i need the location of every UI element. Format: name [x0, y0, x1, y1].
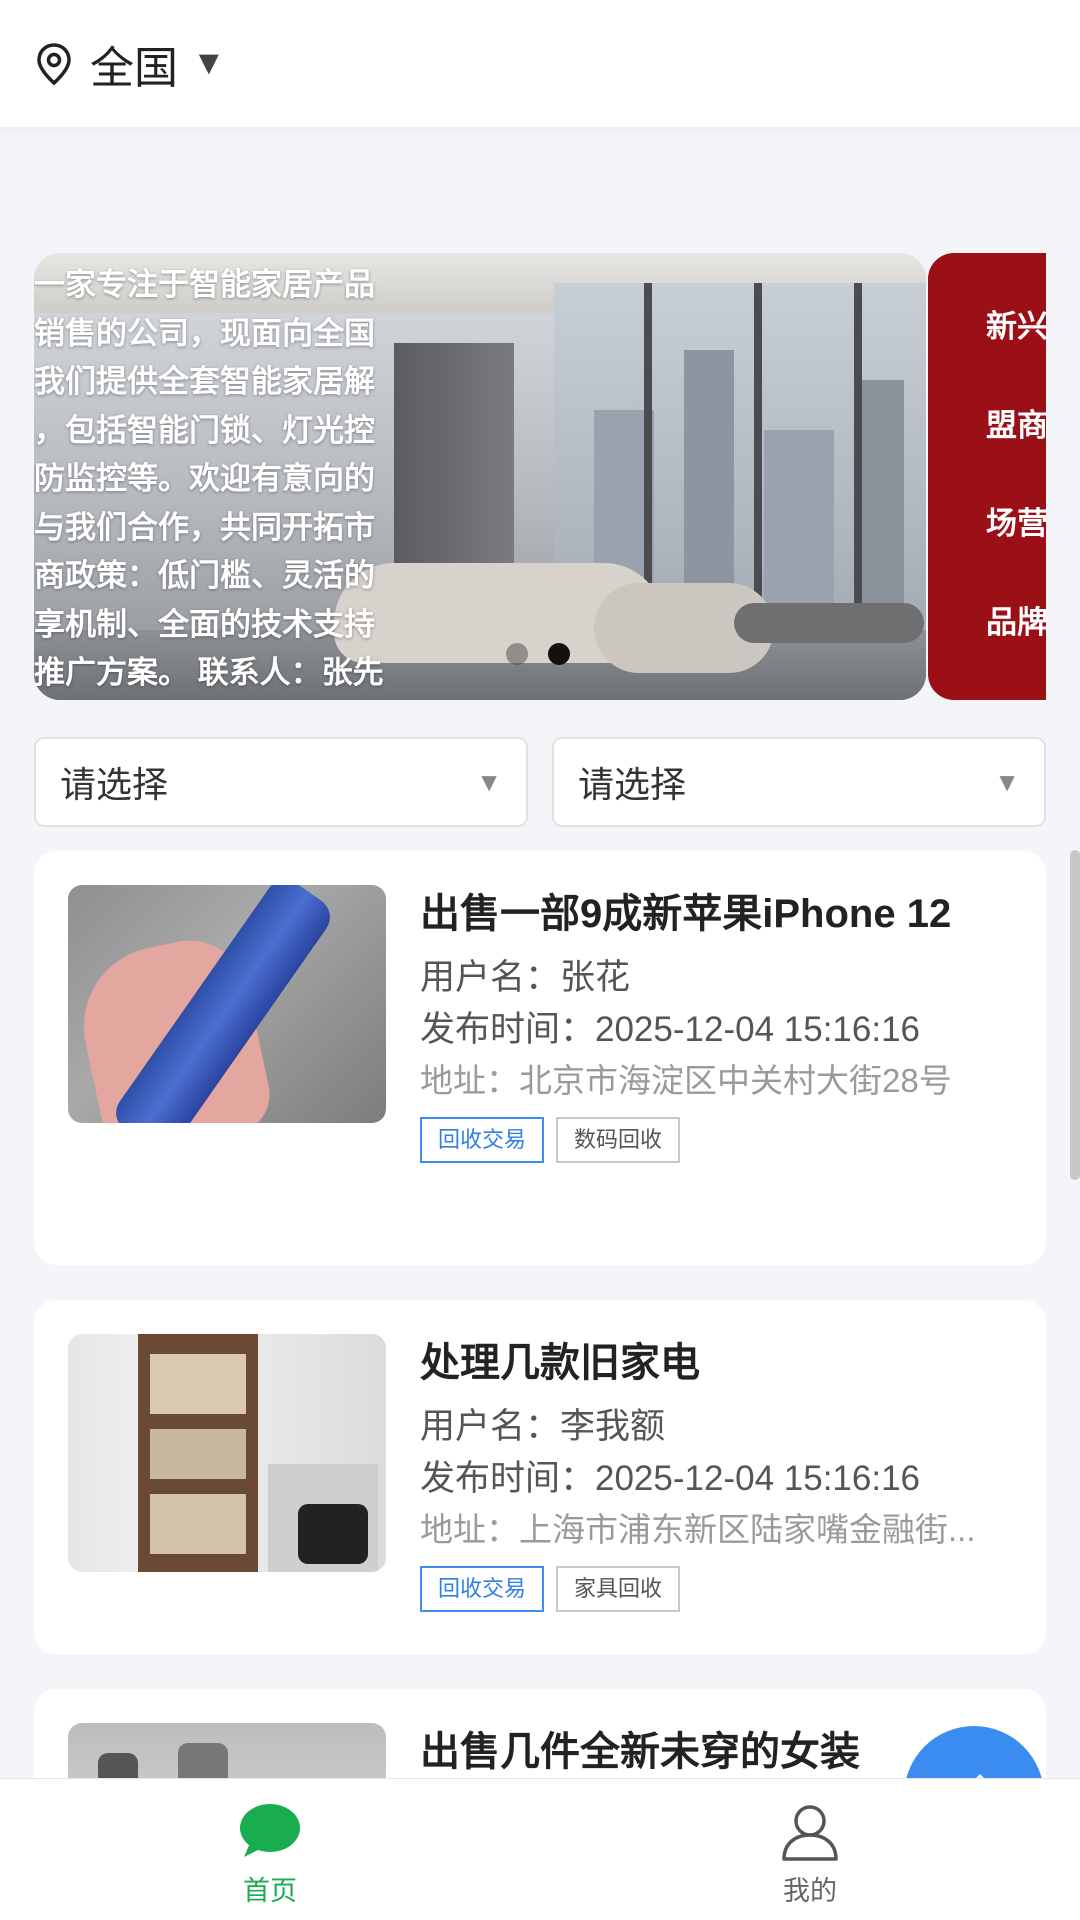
listing-info: 出售一部9成新苹果iPhone 12 用户名：张花 发布时间：2025-12-0…	[420, 883, 1010, 1163]
user-icon	[782, 1805, 838, 1861]
banner-text-line: 资者与我们合作，共同开拓市	[34, 509, 375, 545]
banner-next-text-line: 盟商	[986, 407, 1046, 443]
banner-next-slide[interactable]: 新兴 盟商 场营 品牌 招商 和经 者优 地址	[928, 253, 1046, 700]
listing-username: 用户名：张花	[420, 958, 631, 997]
listing-publish-time: 发布时间：2025-12-04 15:16:16	[420, 1010, 920, 1049]
app-root: 全国 ▼ 司是一家专注于智能家居产品 发与销售的公司，现面向全国	[0, 0, 1080, 1920]
tab-mine-label: 我的	[783, 1876, 837, 1906]
carousel-dot-active[interactable]	[548, 643, 570, 665]
banner-text-line: 市场推广方案。 联系人：张先	[34, 655, 384, 690]
banner-image-table	[734, 603, 924, 643]
banner-text-line: 司是一家专注于智能家居产品	[34, 267, 375, 302]
tab-home[interactable]: 首页	[0, 1779, 540, 1920]
listing-username: 用户名：李我额	[420, 1407, 666, 1446]
tab-mine[interactable]: 我的	[540, 1779, 1080, 1920]
carousel-dot[interactable]	[506, 643, 528, 665]
region-dropdown-icon: ▼	[192, 44, 226, 82]
listing-title[interactable]: 出售一部9成新苹果iPhone 12	[420, 883, 1010, 945]
banner-slide[interactable]: 司是一家专注于智能家居产品 发与销售的公司，现面向全国 商。我们提供全套智能家居…	[34, 253, 926, 700]
banner-text-line: 商。我们提供全套智能家居解	[34, 364, 375, 399]
top-bar: 全国 ▼	[0, 0, 1080, 127]
chat-bubble-icon	[240, 1804, 300, 1857]
banner-next-text-line: 新兴	[986, 309, 1046, 344]
listing-card[interactable]: 处理几款旧家电 用户名：李我额 发布时间：2025-12-04 15:16:16…	[34, 1300, 1046, 1654]
region-selector[interactable]: 全国 ▼	[34, 32, 226, 96]
select-placeholder: 请选择	[60, 764, 169, 805]
banner-text-line: 发与销售的公司，现面向全国	[34, 315, 375, 351]
scrollbar[interactable]	[1070, 850, 1080, 1180]
bottom-tab-bar: 首页 我的	[0, 1778, 1080, 1920]
category-select[interactable]: 请选择 ▼	[34, 737, 528, 827]
listing-title[interactable]: 处理几款旧家电	[420, 1332, 1010, 1394]
tag-category: 数码回收	[556, 1117, 681, 1163]
listing-card[interactable]: 出售一部9成新苹果iPhone 12 用户名：张花 发布时间：2025-12-0…	[34, 851, 1046, 1265]
banner-text-line: 、安防监控等。欢迎有意向的	[34, 461, 375, 496]
listing-thumbnail-phone	[68, 885, 386, 1123]
tag-trade-type: 回收交易	[420, 1117, 545, 1163]
tab-home-label: 首页	[243, 1876, 297, 1906]
listing-address: 地址：北京市海淀区中关村大街28号	[420, 1062, 952, 1099]
listing-info: 处理几款旧家电 用户名：李我额 发布时间：2025-12-04 15:16:16…	[420, 1332, 1010, 1612]
tag-category: 家具回收	[556, 1566, 681, 1612]
banner-text: 司是一家专注于智能家居产品 发与销售的公司，现面向全国 商。我们提供全套智能家居…	[34, 253, 494, 700]
listing-address: 地址：上海市浦东新区陆家嘴金融街...	[420, 1511, 976, 1548]
location-pin-icon	[37, 42, 71, 85]
banner-next-text-line: 品牌	[986, 604, 1046, 640]
type-select[interactable]: 请选择 ▼	[552, 737, 1046, 827]
listing-tags: 回收交易 家具回收	[420, 1566, 1010, 1612]
listing-tags: 回收交易 数码回收	[420, 1117, 1010, 1163]
banner-text-line: 方案，包括智能门锁、灯光控	[34, 412, 375, 448]
carousel-indicator	[506, 643, 570, 665]
banner-text-line: 。招商政策：低门槛、灵活的	[34, 558, 375, 593]
banner-text-line: 润分享机制、全面的技术支持	[34, 606, 375, 642]
banner-next-text-line: 招商	[928, 647, 1046, 700]
listing-thumbnail-cabinet	[68, 1334, 386, 1572]
region-label: 全国	[90, 43, 178, 93]
dropdown-arrow-icon: ▼	[476, 766, 502, 797]
dropdown-arrow-icon: ▼	[994, 766, 1020, 797]
listing-publish-time: 发布时间：2025-12-04 15:16:16	[420, 1459, 920, 1498]
select-placeholder: 请选择	[578, 764, 687, 805]
banner-next-text-line: 场营	[986, 506, 1046, 541]
tag-trade-type: 回收交易	[420, 1566, 545, 1612]
banner-carousel[interactable]: 司是一家专注于智能家居产品 发与销售的公司，现面向全国 商。我们提供全套智能家居…	[34, 253, 1046, 700]
filter-bar: 请选择 ▼ 请选择 ▼	[34, 737, 1046, 827]
